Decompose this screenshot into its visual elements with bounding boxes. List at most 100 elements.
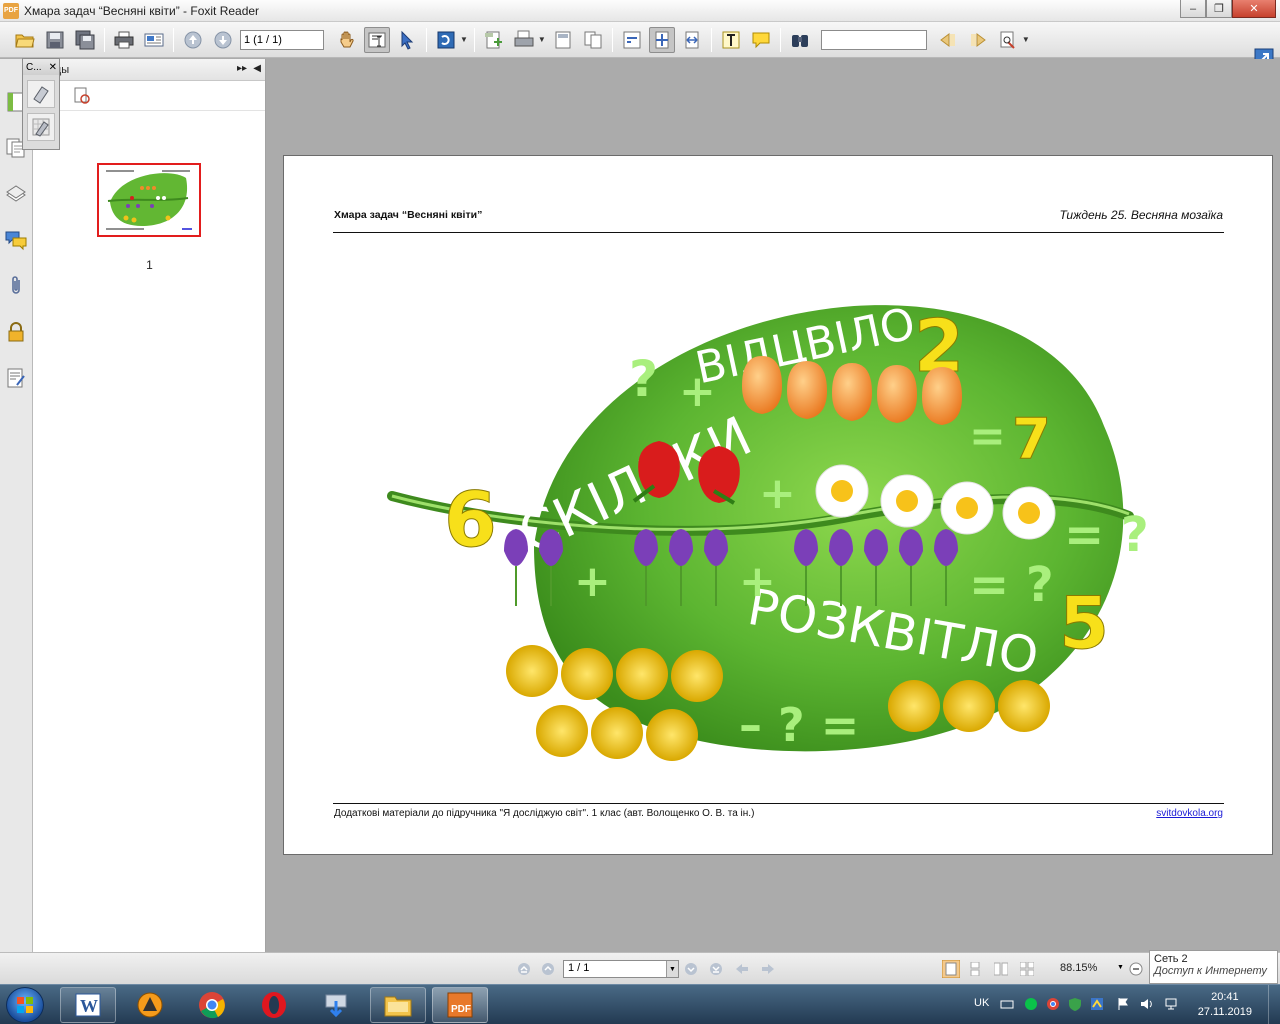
single-page-icon[interactable]	[942, 960, 960, 978]
page-options-icon[interactable]	[73, 87, 91, 105]
utility-tray-icon[interactable]	[1090, 997, 1104, 1011]
comments-icon[interactable]	[5, 229, 27, 251]
search-options-button[interactable]	[995, 27, 1021, 53]
footer-website-link[interactable]: svitdovkola.org	[1156, 808, 1223, 819]
footer-rule	[333, 803, 1224, 804]
next-page-icon[interactable]	[684, 962, 698, 976]
palette-title: С...	[26, 61, 42, 73]
taskbar-foxit[interactable]: PDF	[432, 987, 488, 1023]
previous-page-icon[interactable]	[541, 962, 555, 976]
first-page-icon[interactable]	[517, 962, 531, 976]
keyboard-icon[interactable]	[1000, 997, 1014, 1011]
chevron-down-icon[interactable]: ▼	[1022, 35, 1030, 44]
select-annotation-button[interactable]	[394, 27, 420, 53]
download-icon	[325, 994, 347, 1018]
attachment-icon[interactable]	[5, 275, 27, 297]
close-icon[interactable]: ✕	[49, 62, 57, 73]
last-page-icon[interactable]	[709, 962, 723, 976]
number-5: 5	[1059, 581, 1109, 665]
find-button[interactable]	[787, 27, 813, 53]
volume-icon[interactable]	[1140, 997, 1154, 1011]
svg-text:W: W	[80, 996, 98, 1016]
page-select[interactable]: 1 / 1 ▼	[563, 960, 679, 978]
typewriter-button[interactable]	[718, 27, 744, 53]
signature-icon[interactable]	[5, 367, 27, 389]
word-icon: W	[75, 993, 101, 1017]
go-back-arrow-icon[interactable]	[735, 962, 749, 976]
snapshot-button[interactable]	[433, 27, 459, 53]
security-shield-icon[interactable]	[1068, 997, 1082, 1011]
show-desktop-button[interactable]	[1268, 985, 1280, 1024]
toolbar-separator	[426, 27, 427, 52]
search-input[interactable]	[820, 29, 927, 50]
previous-page-button[interactable]	[180, 27, 206, 53]
pdf-document-button[interactable]	[550, 27, 576, 53]
pdf-scan-button[interactable]	[511, 27, 537, 53]
double-chevron-right-icon[interactable]: ▸▸	[237, 63, 247, 74]
pdf-merge-icon	[584, 31, 602, 48]
pdf-merge-button[interactable]	[580, 27, 606, 53]
printer-icon	[114, 31, 134, 48]
palette-grid-button[interactable]	[27, 113, 55, 141]
side-panel-tabs	[0, 59, 33, 952]
start-button[interactable]	[6, 987, 44, 1023]
find-previous-icon	[940, 32, 955, 47]
zoom-out-icon[interactable]	[1129, 962, 1143, 976]
chevron-down-icon[interactable]: ▼	[1117, 964, 1124, 971]
save-as-button[interactable]	[72, 27, 98, 53]
create-pdf-button[interactable]	[481, 27, 507, 53]
open-button[interactable]	[12, 27, 38, 53]
layers-icon[interactable]	[5, 183, 27, 205]
taskbar-explorer[interactable]	[370, 987, 426, 1023]
floating-tool-palette[interactable]: С... ✕	[22, 58, 60, 150]
action-center-flag-icon[interactable]	[1116, 997, 1130, 1011]
language-indicator[interactable]: UK	[974, 997, 989, 1009]
chrome-tray-icon[interactable]	[1046, 997, 1060, 1011]
chevron-down-icon[interactable]: ▼	[538, 35, 546, 44]
foxit-app-icon[interactable]: PDF	[3, 2, 19, 19]
network-status: Доступ к Интернету	[1154, 965, 1267, 977]
toolbar-separator	[710, 27, 712, 52]
actual-size-button[interactable]	[619, 27, 645, 53]
hand-tool-button[interactable]	[334, 27, 360, 53]
find-next-button[interactable]	[965, 27, 991, 53]
taskbar-aimp[interactable]	[122, 987, 178, 1023]
plus-sign-2: +	[759, 468, 796, 519]
taskbar-downloads[interactable]	[308, 987, 364, 1023]
select-text-button[interactable]	[364, 26, 390, 53]
network-icon[interactable]	[1164, 997, 1178, 1011]
green-status-icon[interactable]	[1024, 997, 1038, 1011]
chevron-down-icon[interactable]: ▼	[460, 35, 468, 44]
svg-text:PDF: PDF	[451, 1004, 471, 1015]
continuous-facing-icon[interactable]	[1020, 962, 1034, 976]
chevron-down-icon[interactable]: ▼	[666, 961, 678, 977]
clock[interactable]: 20:41 27.11.2019	[1198, 990, 1252, 1020]
save-button[interactable]	[42, 27, 68, 53]
page-thumbnail[interactable]	[97, 163, 201, 237]
continuous-page-icon[interactable]	[968, 962, 982, 976]
fit-page-button[interactable]	[648, 26, 675, 53]
palette-eraser-button[interactable]	[27, 80, 55, 108]
minimize-button[interactable]: –	[1180, 0, 1206, 18]
note-button[interactable]	[748, 27, 774, 53]
fit-width-button[interactable]	[679, 27, 705, 53]
taskbar-chrome[interactable]	[184, 987, 240, 1023]
title-bar: PDF Хмара задач “Весняні квіти” - Foxit …	[0, 0, 1280, 22]
taskbar-word[interactable]: W	[60, 987, 116, 1023]
close-button[interactable]: ✕	[1232, 0, 1276, 18]
go-forward-arrow-icon[interactable]	[761, 962, 775, 976]
lock-icon[interactable]	[5, 321, 27, 343]
restore-button[interactable]: ❐	[1206, 0, 1232, 18]
email-button[interactable]	[141, 27, 167, 53]
collapse-panel-icon[interactable]: ◀	[253, 63, 261, 74]
fit-width-icon	[685, 31, 699, 48]
eraser-icon	[33, 86, 49, 104]
find-previous-button[interactable]	[935, 27, 961, 53]
taskbar-opera[interactable]	[246, 987, 302, 1023]
document-view[interactable]: Хмара задач “Весняні квіти” Тиждень 25. …	[268, 59, 1280, 952]
facing-pages-icon[interactable]	[994, 962, 1008, 976]
zoom-level[interactable]: 88.15%	[1060, 962, 1097, 974]
next-page-button[interactable]	[210, 27, 236, 53]
print-button[interactable]	[111, 27, 137, 53]
page-number-input[interactable]	[240, 29, 324, 50]
